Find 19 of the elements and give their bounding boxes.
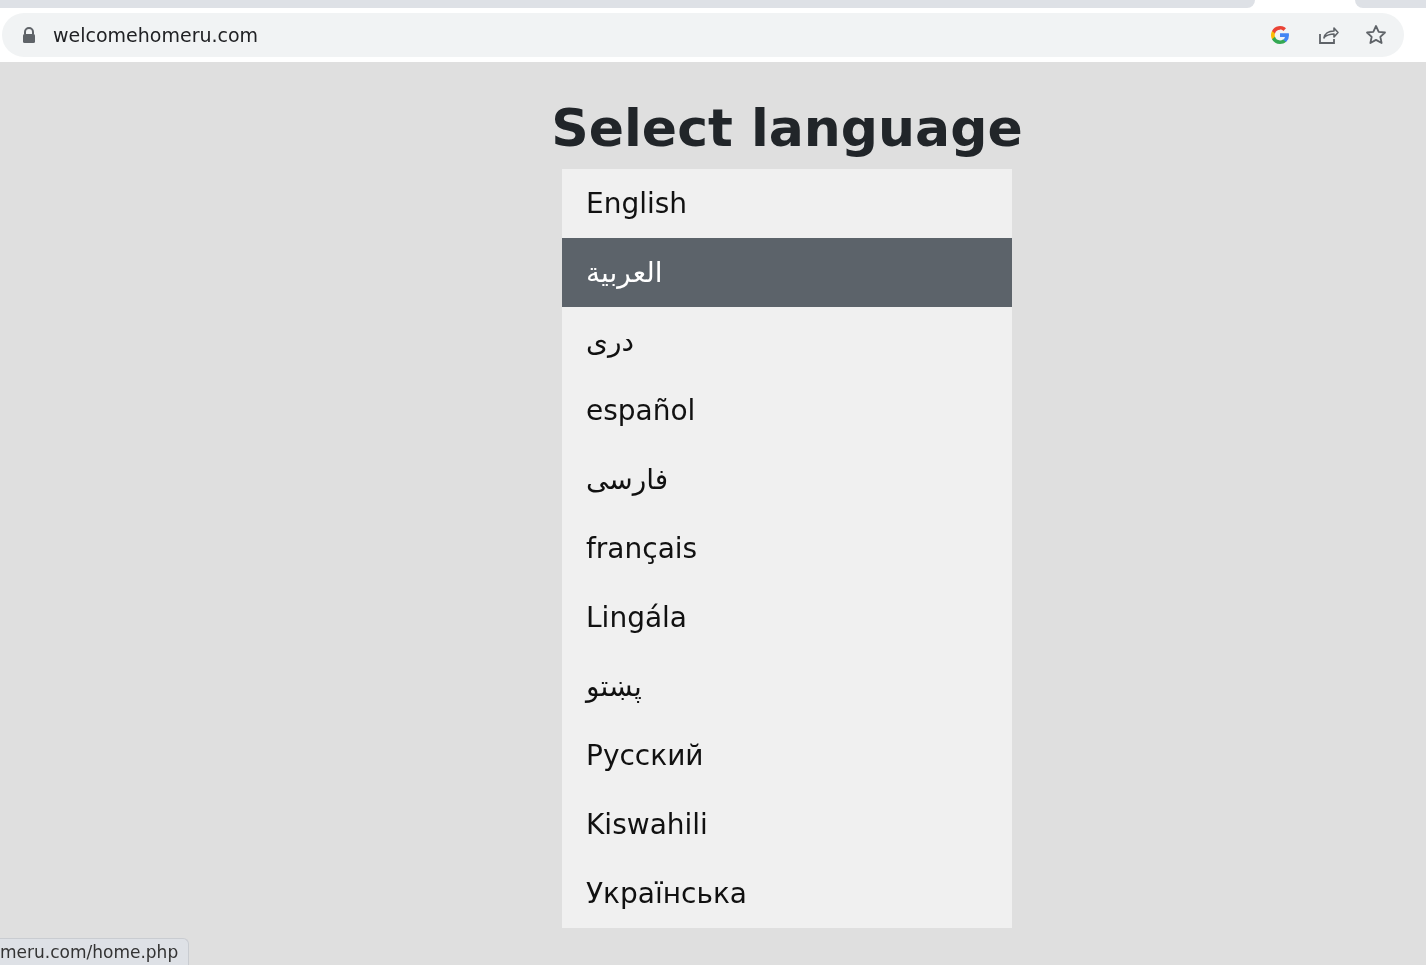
language-option[interactable]: پښتو xyxy=(562,652,1012,722)
url-text: welcomehomeru.com xyxy=(53,24,259,46)
star-icon[interactable] xyxy=(1364,23,1388,47)
language-option[interactable]: español xyxy=(562,376,1012,446)
language-option[interactable]: فارسی xyxy=(562,445,1012,515)
language-option[interactable]: Русский xyxy=(562,721,1012,791)
browser-tab-strip xyxy=(1355,0,1426,8)
page-title: Select language xyxy=(551,100,1023,158)
address-bar[interactable]: welcomehomeru.com xyxy=(2,13,1404,57)
language-option[interactable]: Kiswahili xyxy=(562,790,1012,860)
language-option[interactable]: français xyxy=(562,514,1012,584)
language-option[interactable]: English xyxy=(562,169,1012,239)
status-link-url: meru.com/home.php xyxy=(0,938,190,965)
language-option[interactable]: Українська xyxy=(562,859,1012,929)
lock-icon[interactable] xyxy=(22,27,36,43)
language-option[interactable]: Lingála xyxy=(562,583,1012,653)
language-option[interactable]: دری xyxy=(562,307,1012,377)
language-option[interactable]: العربية xyxy=(562,238,1012,308)
google-g-icon[interactable] xyxy=(1268,23,1292,47)
